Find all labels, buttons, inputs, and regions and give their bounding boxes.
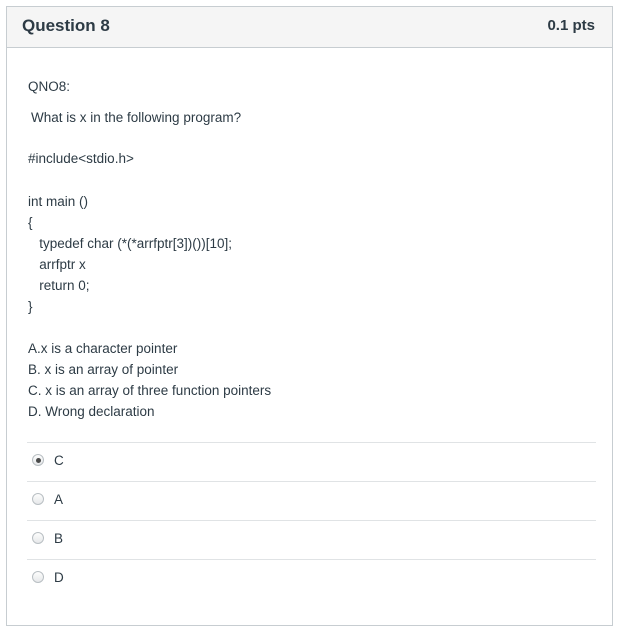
option-text: D. Wrong declaration <box>28 404 155 419</box>
option-text: A.x is a character pointer <box>28 341 178 356</box>
question-points: 0.1 pts <box>547 17 595 34</box>
option-text: C. x is an array of three function point… <box>28 383 272 398</box>
radio-button[interactable] <box>32 571 44 583</box>
answer-label: A <box>54 492 64 507</box>
radio-button[interactable] <box>32 532 44 544</box>
code-include: #include<stdio.h> <box>28 151 134 166</box>
code-line: typedef char (*(*arrfptr[3])())[10]; <box>28 236 233 251</box>
code-line: } <box>28 299 33 314</box>
question-header: Question 8 0.1 pts <box>7 7 612 48</box>
code-line: arrfptr x <box>28 257 86 272</box>
radio-button-checked[interactable] <box>32 454 44 466</box>
code-line: return 0; <box>28 278 90 293</box>
answer-option-d[interactable]: D <box>27 559 596 598</box>
question-title: Question 8 <box>22 16 110 35</box>
answer-label: B <box>54 531 64 546</box>
question-prompt: What is x in the following program? <box>31 110 242 125</box>
answer-option-b[interactable]: B <box>27 520 596 559</box>
answer-label: D <box>54 570 64 585</box>
question-card: Question 8 0.1 pts QNO8: What is x in th… <box>6 6 613 626</box>
answer-label: C <box>54 453 64 468</box>
radio-button[interactable] <box>32 493 44 505</box>
answer-list: C A B D <box>27 442 596 598</box>
code-line: { <box>28 215 33 230</box>
code-line: int main () <box>28 194 89 209</box>
option-text: B. x is an array of pointer <box>28 362 179 377</box>
answer-option-c[interactable]: C <box>27 442 596 481</box>
question-number: QNO8: <box>28 79 71 94</box>
answer-option-a[interactable]: A <box>27 481 596 520</box>
